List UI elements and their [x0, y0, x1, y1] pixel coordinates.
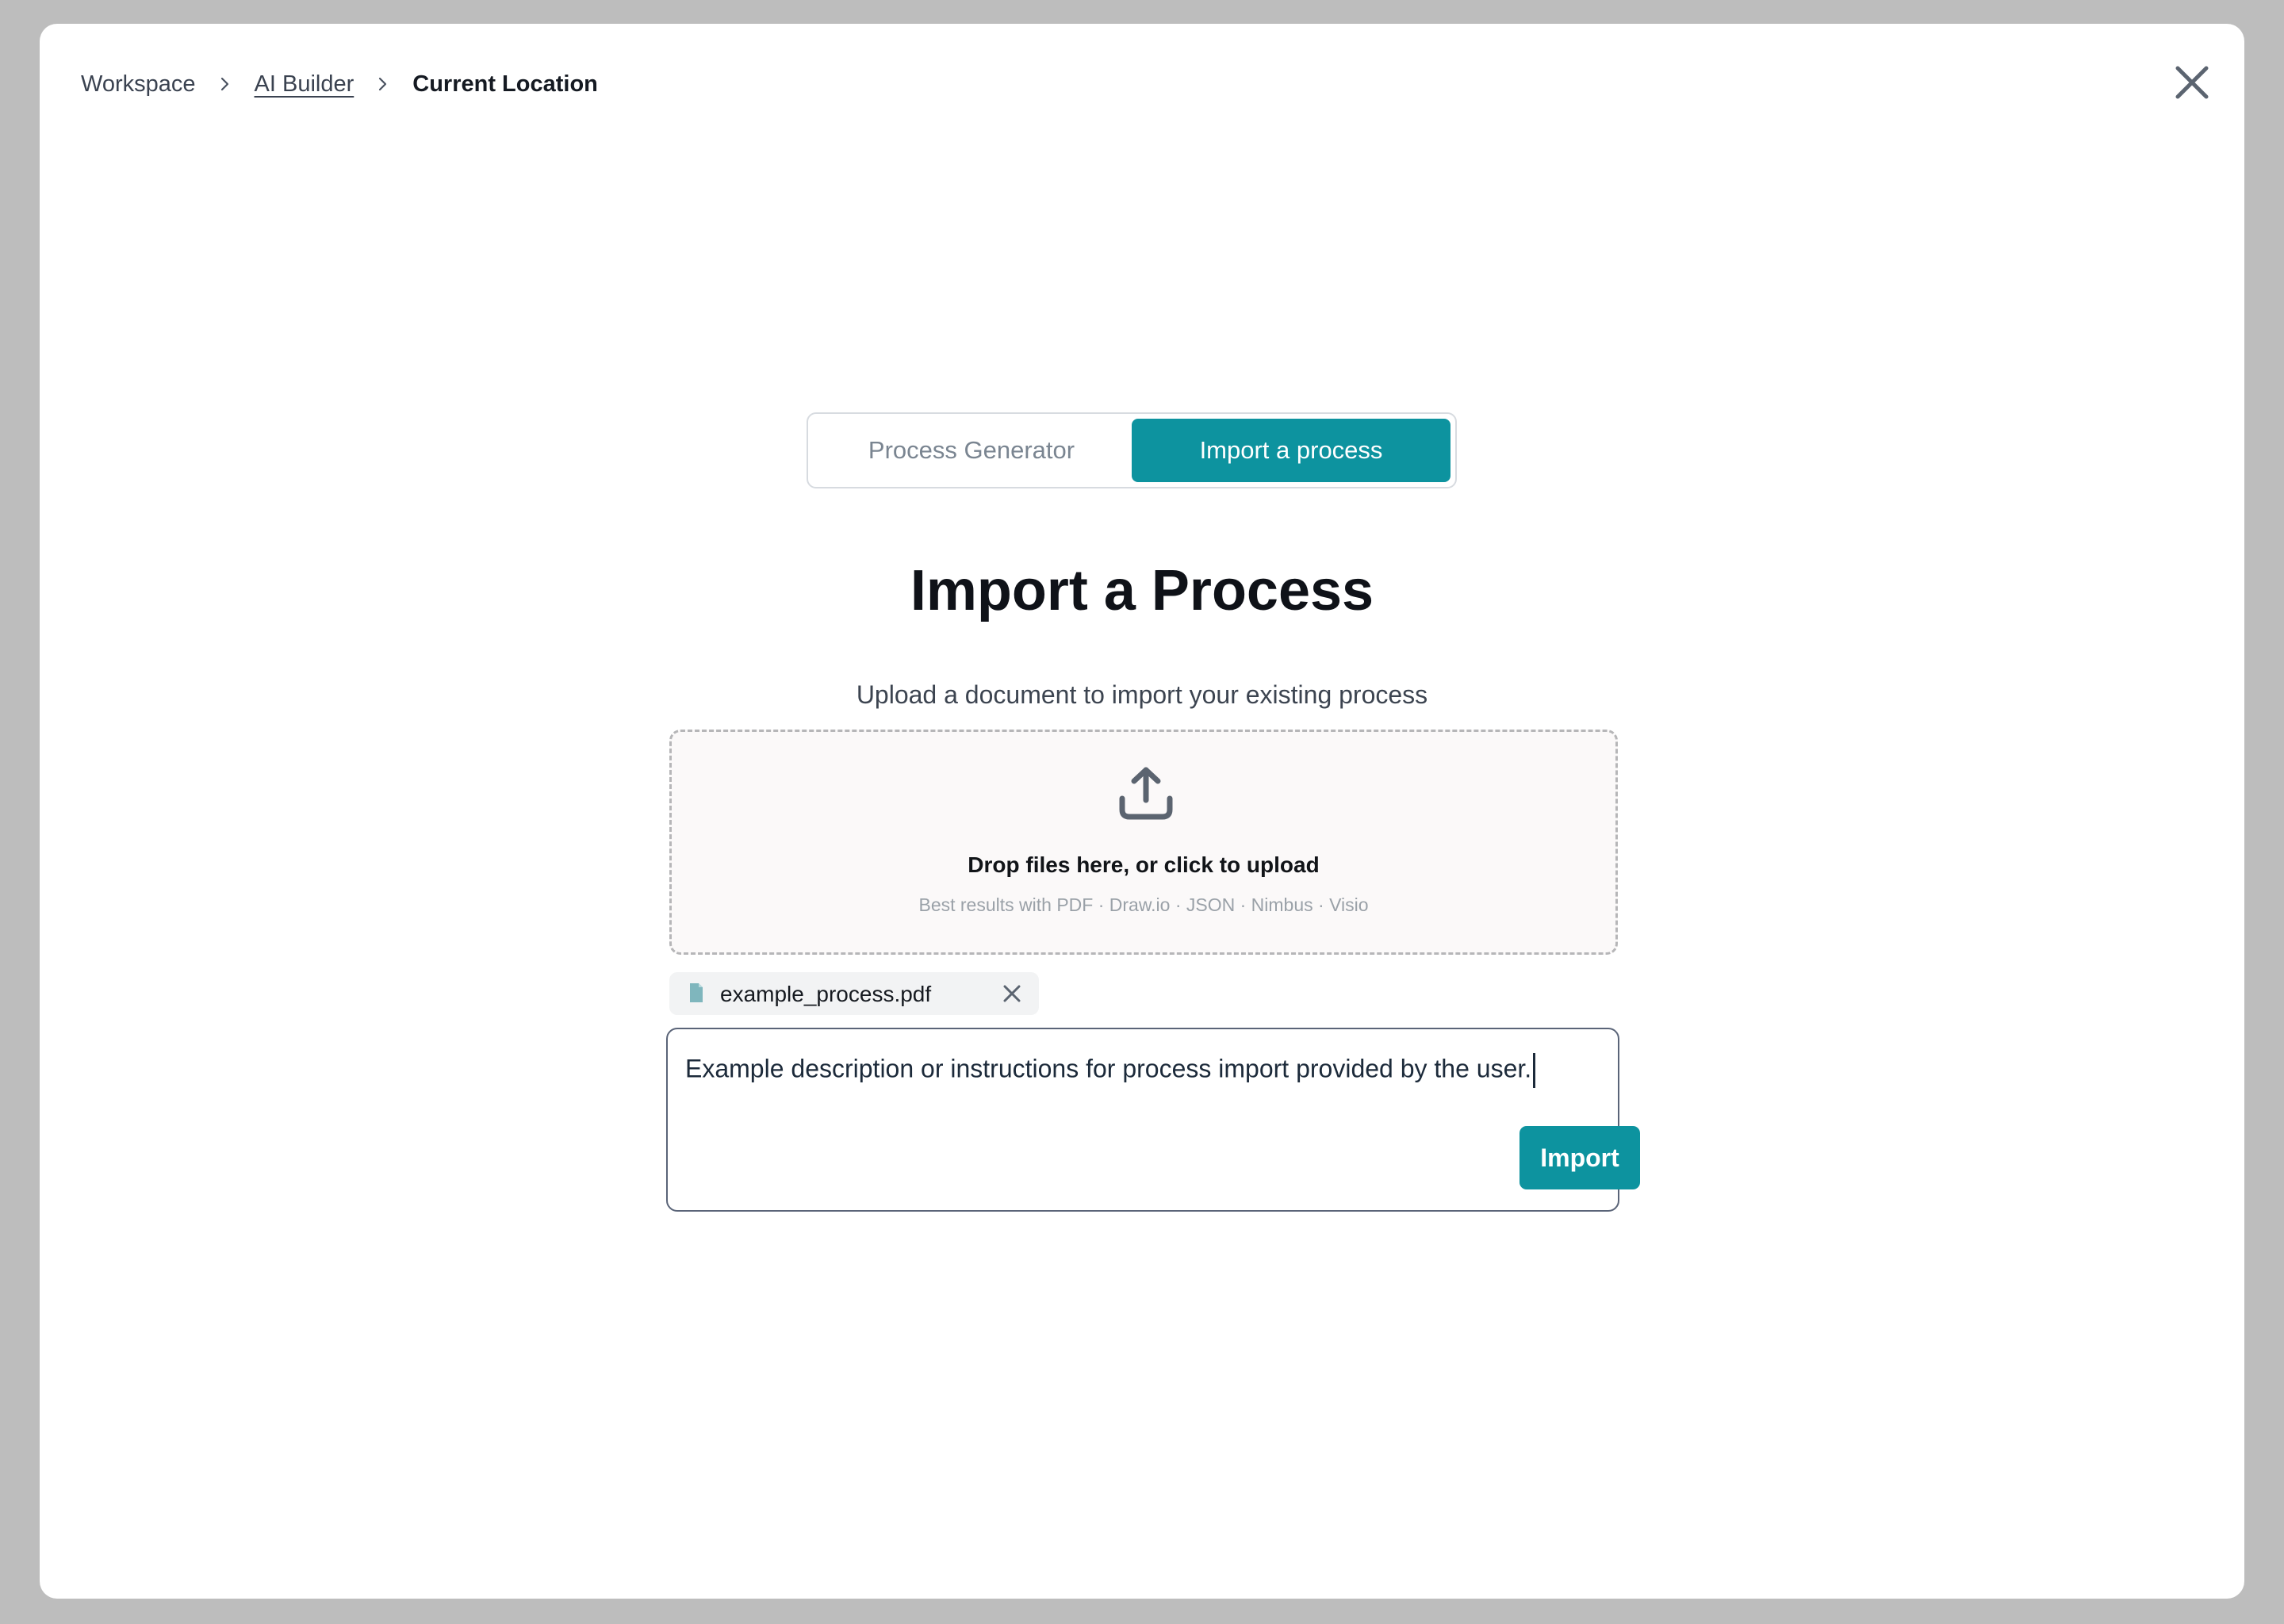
dropzone-formats-hint: Best results with PDF · Draw.io · JSON ·…: [918, 894, 1369, 915]
file-dropzone[interactable]: Drop files here, or click to upload Best…: [669, 730, 1618, 955]
upload-icon: [1119, 767, 1173, 820]
chevron-right-icon: [220, 75, 231, 94]
page-subtitle: Upload a document to import your existin…: [856, 680, 1428, 709]
import-button[interactable]: Import: [1519, 1126, 1640, 1189]
mode-toggle: Process Generator Import a process: [807, 412, 1457, 488]
dropzone-title: Drop files here, or click to upload: [968, 852, 1320, 877]
breadcrumb-ai-builder[interactable]: AI Builder: [255, 71, 354, 98]
instructions-input[interactable]: Example description or instructions for …: [666, 1028, 1640, 1212]
breadcrumb: Workspace AI Builder Current Location: [81, 67, 598, 102]
breadcrumb-current-location: Current Location: [412, 71, 598, 97]
attached-file-chip: example_process.pdf: [669, 972, 1039, 1015]
breadcrumb-workspace[interactable]: Workspace: [81, 71, 196, 98]
close-button[interactable]: [2170, 60, 2214, 105]
file-icon: [690, 983, 703, 1002]
close-icon: [2175, 66, 2209, 99]
chevron-right-icon: [377, 75, 389, 94]
tab-import-process[interactable]: Import a process: [1132, 419, 1450, 482]
instructions-value: Example description or instructions for …: [685, 1054, 1532, 1083]
import-process-modal: Workspace AI Builder Current Location Pr…: [40, 24, 2244, 1599]
text-caret: [1533, 1053, 1536, 1088]
remove-file-icon[interactable]: [1001, 982, 1023, 1005]
instructions-text[interactable]: Example description or instructions for …: [685, 1053, 1536, 1088]
page-title: Import a Process: [910, 559, 1374, 622]
attached-file-name: example_process.pdf: [720, 982, 932, 1006]
tab-process-generator[interactable]: Process Generator: [813, 419, 1130, 482]
